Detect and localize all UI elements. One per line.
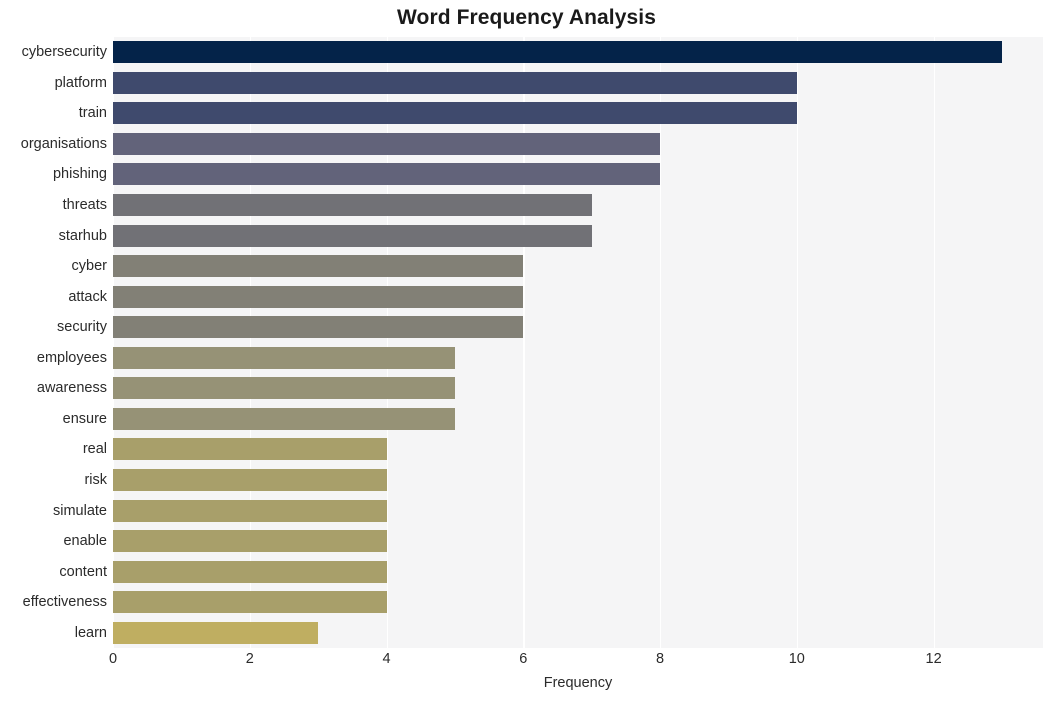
x-tick-label-0: 0 <box>108 651 118 667</box>
y-tick-label-effectiveness: effectiveness <box>22 594 107 611</box>
bar-series <box>113 37 1043 648</box>
y-tick-label-cybersecurity: cybersecurity <box>21 44 107 61</box>
y-tick-label-enable: enable <box>63 533 107 550</box>
chart-figure: Word Frequency Analysis cybersecurity pla… <box>0 0 1053 701</box>
bar-enable <box>113 530 387 553</box>
y-tick-label-starhub: starhub <box>58 227 107 244</box>
bar-platform <box>113 71 797 94</box>
y-tick-label-risk: risk <box>84 471 107 488</box>
bar-employees <box>113 346 455 369</box>
bar-simulate <box>113 499 387 522</box>
bar-content <box>113 560 387 583</box>
plot-area <box>113 37 1043 648</box>
y-tick-label-learn: learn <box>74 624 107 641</box>
x-tick-label-8: 8 <box>656 651 665 667</box>
y-axis-tick-labels: cybersecurity platform train organisations p… <box>0 37 107 648</box>
bar-risk <box>113 468 387 491</box>
x-tick-label-6: 6 <box>519 651 528 667</box>
bar-cyber <box>113 255 524 278</box>
x-axis-tick-labels: 0 2 4 6 8 10 12 <box>0 652 1053 674</box>
y-tick-label-platform: platform <box>54 74 107 91</box>
bar-cybersecurity <box>113 41 1002 64</box>
bar-ensure <box>113 407 455 430</box>
bar-threats <box>113 194 592 216</box>
bar-phishing <box>113 163 661 186</box>
bar-train <box>113 102 797 125</box>
bar-attack <box>113 285 524 308</box>
y-tick-label-security: security <box>57 319 107 336</box>
y-tick-label-phishing: phishing <box>52 166 107 183</box>
y-tick-label-attack: attack <box>68 288 107 305</box>
y-tick-label-threats: threats <box>62 197 107 214</box>
y-tick-label-organisations: organisations <box>20 135 107 152</box>
bar-awareness <box>113 377 455 400</box>
x-tick-label-4: 4 <box>382 651 391 667</box>
chart-title: Word Frequency Analysis <box>396 6 657 29</box>
y-tick-label-simulate: simulate <box>53 502 107 519</box>
x-tick-label-12: 12 <box>925 651 942 667</box>
x-axis-label: Frequency <box>543 675 613 691</box>
bar-security <box>113 316 524 339</box>
bar-real <box>113 438 387 461</box>
bar-learn <box>113 621 319 644</box>
y-tick-label-employees: employees <box>36 349 107 366</box>
x-tick-label-2: 2 <box>245 651 254 667</box>
x-tick-label-10: 10 <box>788 651 805 667</box>
y-tick-label-content: content <box>59 563 107 580</box>
bar-effectiveness <box>113 591 387 614</box>
y-tick-label-ensure: ensure <box>62 410 107 427</box>
y-tick-label-awareness: awareness <box>36 380 107 397</box>
y-tick-label-train: train <box>78 105 107 122</box>
y-tick-label-real: real <box>82 441 107 458</box>
bar-starhub <box>113 224 592 247</box>
bar-organisations <box>113 132 661 155</box>
y-tick-label-cyber: cyber <box>71 258 107 275</box>
